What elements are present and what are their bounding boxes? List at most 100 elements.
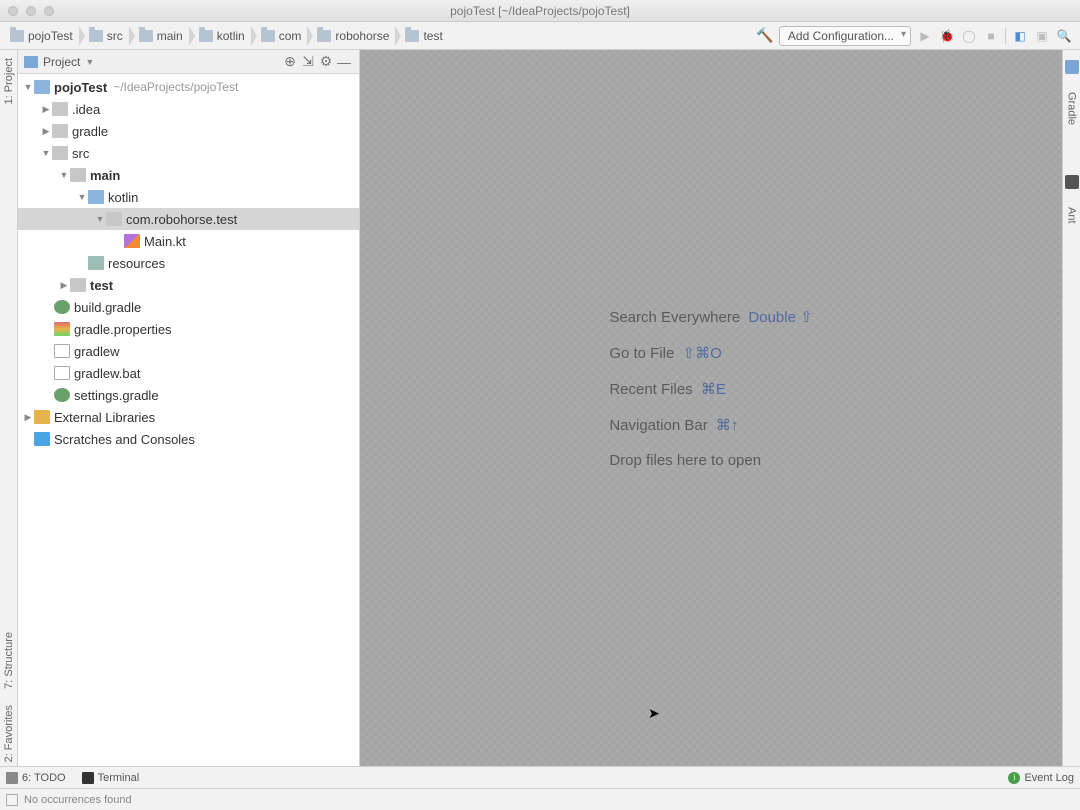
breadcrumb-item[interactable]: test xyxy=(395,26,448,46)
folder-icon xyxy=(317,30,331,42)
tree-item-selected[interactable]: ▼ com.robohorse.test xyxy=(18,208,359,230)
gear-icon[interactable]: ⚙ xyxy=(317,53,335,71)
chevron-right-icon[interactable]: ▶ xyxy=(40,126,52,137)
breadcrumb-item[interactable]: pojoTest xyxy=(4,26,79,46)
hint-shortcut: ⇧⌘O xyxy=(683,345,722,362)
titlebar: pojoTest [~/IdeaProjects/pojoTest] xyxy=(0,0,1080,22)
tree-item[interactable]: resources xyxy=(18,252,359,274)
vcs-icon[interactable]: ◧ xyxy=(1012,28,1028,44)
tree-item[interactable]: ▶ gradle xyxy=(18,120,359,142)
tree-label: resources xyxy=(108,256,165,271)
search-icon[interactable]: 🔍 xyxy=(1056,28,1072,44)
editor-empty-state[interactable]: Search Everywhere Double ⇧ Go to File ⇧⌘… xyxy=(360,50,1062,766)
breadcrumb-item[interactable]: kotlin xyxy=(189,26,251,46)
separator xyxy=(1005,28,1006,44)
breadcrumb-label: src xyxy=(107,29,123,43)
todo-tool-tab[interactable]: 6: TODO xyxy=(6,772,66,784)
tree-label: build.gradle xyxy=(74,300,141,315)
nav-bar: pojoTest src main kotlin com robohorse t… xyxy=(0,22,1080,50)
minimize-window-icon[interactable] xyxy=(26,6,36,16)
tree-root[interactable]: ▼ pojoTest ~/IdeaProjects/pojoTest xyxy=(18,76,359,98)
locate-icon[interactable]: ⊕ xyxy=(281,53,299,71)
coverage-icon[interactable]: ◯ xyxy=(961,28,977,44)
project-tool-title: Project xyxy=(43,55,80,69)
right-tool-stripe: Gradle Ant xyxy=(1062,50,1080,766)
run-config-selector[interactable]: Add Configuration... xyxy=(779,26,911,46)
tab-label: 6: TODO xyxy=(22,772,66,784)
tree-item[interactable]: ▶ External Libraries xyxy=(18,406,359,428)
event-log-tab[interactable]: i Event Log xyxy=(1008,772,1074,784)
favorites-tool-tab[interactable]: 2: Favorites xyxy=(3,701,15,766)
chevron-down-icon[interactable]: ▼ xyxy=(76,192,88,202)
bat-file-icon xyxy=(54,366,70,380)
project-tool-tab[interactable]: 1: Project xyxy=(3,54,15,108)
run-icon[interactable]: ▶ xyxy=(917,28,933,44)
script-file-icon xyxy=(54,344,70,358)
tree-item[interactable]: ▼ src xyxy=(18,142,359,164)
folder-icon xyxy=(261,30,275,42)
gradle-tool-tab[interactable]: Gradle xyxy=(1066,88,1078,129)
tree-item[interactable]: settings.gradle xyxy=(18,384,359,406)
hint-drop: Drop files here to open xyxy=(609,452,812,469)
debug-icon[interactable]: 🐞 xyxy=(939,28,955,44)
tab-label: Terminal xyxy=(98,772,140,784)
tree-item[interactable]: gradle.properties xyxy=(18,318,359,340)
bottom-tool-tabs: 6: TODO Terminal i Event Log xyxy=(0,766,1080,788)
hint-label: Go to File xyxy=(609,345,674,362)
project-tree[interactable]: ▼ pojoTest ~/IdeaProjects/pojoTest ▶ .id… xyxy=(18,74,359,766)
tree-label: Scratches and Consoles xyxy=(54,432,195,447)
gradle-tool-icon[interactable] xyxy=(1065,60,1079,74)
tree-item[interactable]: ▶ .idea xyxy=(18,98,359,120)
zoom-window-icon[interactable] xyxy=(44,6,54,16)
tree-item[interactable]: ▼ kotlin xyxy=(18,186,359,208)
chevron-down-icon[interactable]: ▼ xyxy=(40,148,52,158)
tree-item[interactable]: ▼ main xyxy=(18,164,359,186)
kotlin-file-icon xyxy=(124,234,140,248)
build-icon[interactable]: 🔨 xyxy=(757,28,773,44)
breadcrumb-label: main xyxy=(157,29,183,43)
tree-item[interactable]: build.gradle xyxy=(18,296,359,318)
tree-label: gradlew xyxy=(74,344,120,359)
chevron-down-icon[interactable]: ▼ xyxy=(22,82,34,92)
tree-label: settings.gradle xyxy=(74,388,159,403)
editor-hints: Search Everywhere Double ⇧ Go to File ⇧⌘… xyxy=(609,308,812,469)
breadcrumb-label: test xyxy=(423,29,442,43)
breadcrumb-item[interactable]: main xyxy=(129,26,189,46)
terminal-tool-tab[interactable]: Terminal xyxy=(82,772,140,784)
tree-item[interactable]: ▶ test xyxy=(18,274,359,296)
tool-windows-icon[interactable] xyxy=(6,794,18,806)
chevron-down-icon[interactable]: ▼ xyxy=(85,57,94,67)
folder-icon xyxy=(52,102,68,116)
status-bar: No occurrences found xyxy=(0,788,1080,810)
breadcrumb-item[interactable]: src xyxy=(79,26,129,46)
window-title: pojoTest [~/IdeaProjects/pojoTest] xyxy=(0,4,1080,18)
tree-item[interactable]: gradlew.bat xyxy=(18,362,359,384)
chevron-down-icon[interactable]: ▼ xyxy=(58,170,70,180)
project-tool-window: Project ▼ ⊕ ⇲ ⚙ — ▼ pojoTest ~/IdeaProje… xyxy=(18,50,360,766)
close-window-icon[interactable] xyxy=(8,6,18,16)
chevron-down-icon[interactable]: ▼ xyxy=(94,214,106,224)
tree-item[interactable]: Main.kt xyxy=(18,230,359,252)
project-view-icon xyxy=(24,56,38,68)
ant-tool-tab[interactable]: Ant xyxy=(1066,203,1078,228)
expand-all-icon[interactable]: ⇲ xyxy=(299,53,317,71)
breadcrumb-item[interactable]: robohorse xyxy=(307,26,395,46)
window-controls xyxy=(0,6,54,16)
folder-icon xyxy=(10,30,24,42)
hint-label: Recent Files xyxy=(609,381,692,398)
breadcrumb-item[interactable]: com xyxy=(251,26,308,46)
run-anything-icon[interactable]: ▣ xyxy=(1034,28,1050,44)
breadcrumb-label: pojoTest xyxy=(28,29,73,43)
hide-icon[interactable]: — xyxy=(335,53,353,71)
stop-icon[interactable]: ■ xyxy=(983,28,999,44)
structure-tool-tab[interactable]: 7: Structure xyxy=(3,628,15,693)
chevron-right-icon[interactable]: ▶ xyxy=(58,280,70,291)
gradle-file-icon xyxy=(54,300,70,314)
tree-item[interactable]: Scratches and Consoles xyxy=(18,428,359,450)
chevron-right-icon[interactable]: ▶ xyxy=(22,412,34,423)
ant-tool-icon[interactable] xyxy=(1065,175,1079,189)
tree-label: gradle.properties xyxy=(74,322,172,337)
breadcrumb-label: com xyxy=(279,29,302,43)
chevron-right-icon[interactable]: ▶ xyxy=(40,104,52,115)
tree-item[interactable]: gradlew xyxy=(18,340,359,362)
